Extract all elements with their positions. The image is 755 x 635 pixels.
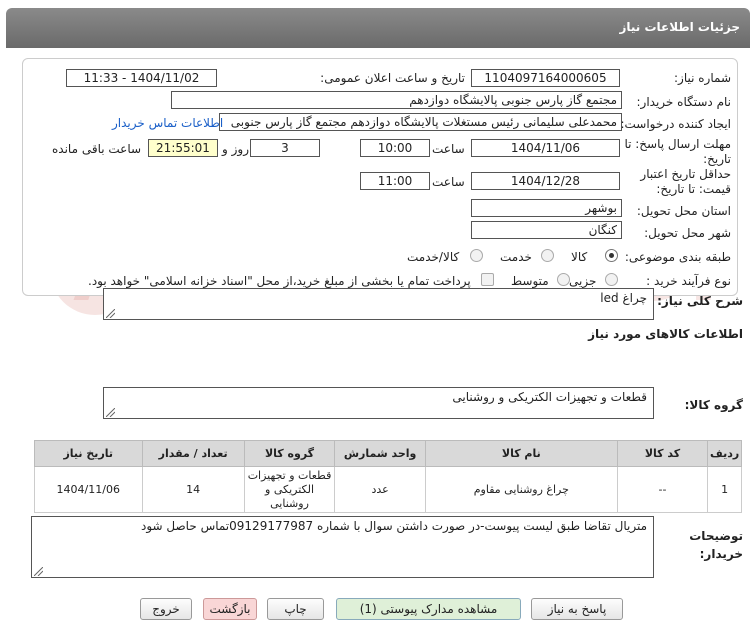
- goods-group-field: قطعات و تجهیزات الکتریکی و روشنایی: [103, 387, 654, 419]
- cell-code: --: [616, 466, 709, 513]
- col-unit-header: واحد شمارش: [334, 440, 426, 467]
- purchase-small-radio[interactable]: [605, 273, 618, 286]
- buyer-org-label: نام دستگاه خریدار:: [636, 95, 732, 109]
- days-label: روز و: [222, 142, 249, 156]
- validity-date-field: 1404/12/28: [471, 172, 620, 190]
- buyer-contact-link[interactable]: اطلاعات تماس خریدار: [112, 116, 223, 130]
- purchase-medium-radio[interactable]: [557, 273, 570, 286]
- cell-unit: عدد: [334, 466, 426, 513]
- validity-date-label: قیمت: تا تاریخ:: [656, 182, 731, 196]
- print-button[interactable]: چاپ: [267, 598, 324, 620]
- cell-name: چراغ روشنایی مقاوم: [424, 466, 618, 513]
- creator-label: ایجاد کننده درخواست:: [620, 117, 731, 131]
- deadline-label: مهلت ارسال پاسخ: تا: [624, 137, 731, 151]
- table-row: 1 -- چراغ روشنایی مقاوم عدد قطعات و تجهی…: [34, 466, 742, 513]
- resize-handle-icon[interactable]: [106, 309, 115, 318]
- col-code-header: کد کالا: [616, 440, 709, 467]
- deadline-date-field: 1404/11/06: [471, 139, 620, 157]
- cell-group: قطعات و تجهیزات الکتریکی و روشنایی: [243, 466, 336, 513]
- buyer-org-field: مجتمع گاز پارس جنوبی پالایشگاه دوازدهم: [171, 91, 622, 109]
- buyer-notes-field: متریال تقاضا طبق لیست پیوست-در صورت داشت…: [31, 516, 654, 578]
- category-service-label: خدمت: [500, 250, 532, 264]
- purchase-type-label: نوع فرآیند خرید :: [646, 274, 731, 288]
- col-qty-header: تعداد / مقدار: [141, 440, 245, 467]
- category-goods-radio[interactable]: [605, 249, 618, 262]
- col-row-header: ردیف: [707, 440, 742, 467]
- summary-value: چراغ led: [600, 291, 647, 305]
- col-date-header: تاریخ نیاز: [34, 440, 143, 467]
- purchase-medium-label: متوسط: [511, 274, 549, 288]
- summary-field: چراغ led: [103, 288, 654, 320]
- category-goods-service-label: کالا/خدمت: [407, 250, 460, 264]
- goods-group-label: گروه کالا:: [684, 398, 743, 412]
- validity-label: حداقل تاریخ اعتبار: [640, 167, 731, 181]
- col-group-header: گروه کالا: [243, 440, 336, 467]
- buyer-notes-value: متریال تقاضا طبق لیست پیوست-در صورت داشت…: [140, 519, 647, 533]
- treasury-checkbox[interactable]: [481, 273, 494, 286]
- page-header: جزئیات اطلاعات نیاز: [6, 8, 750, 48]
- buyer-notes-label: توضیحات: [689, 529, 743, 543]
- province-field: بوشهر: [471, 199, 622, 217]
- purchase-small-label: جزیی: [569, 274, 597, 288]
- cell-row: 1: [707, 466, 742, 513]
- need-number-label: شماره نیاز:: [674, 71, 731, 85]
- deadline-date-label: تاریخ:: [703, 152, 731, 166]
- cell-qty: 14: [141, 466, 245, 513]
- province-label: استان محل تحویل:: [636, 204, 731, 218]
- category-goods-label: کالا: [571, 250, 588, 264]
- deadline-time-field: 10:00: [360, 139, 430, 157]
- creator-field: محمدعلی سلیمانی رئیس مستغلات پالایشگاه د…: [219, 113, 622, 131]
- deadline-time-label: ساعت: [432, 142, 465, 156]
- back-button[interactable]: بازگشت: [203, 598, 257, 620]
- buyer-notes-label-2: خریدار:: [699, 547, 743, 561]
- city-field: کنگان: [471, 221, 622, 239]
- goods-group-value: قطعات و تجهیزات الکتریکی و روشنایی: [452, 390, 647, 404]
- col-name-header: نام کالا: [424, 440, 618, 467]
- treasury-note: پرداخت تمام یا بخشی از مبلغ خرید،از محل …: [88, 274, 471, 288]
- days-remaining-field: 3: [250, 139, 320, 157]
- category-service-radio[interactable]: [541, 249, 554, 262]
- announce-datetime-label: تاریخ و ساعت اعلان عمومی:: [320, 71, 465, 85]
- city-label: شهر محل تحویل:: [644, 226, 731, 240]
- validity-time-label: ساعت: [432, 175, 465, 189]
- view-attachments-button[interactable]: مشاهده مدارک پیوستی (1): [336, 598, 521, 620]
- validity-time-field: 11:00: [360, 172, 430, 190]
- resize-handle-icon[interactable]: [106, 408, 115, 417]
- need-number-field: 1104097164000605: [471, 69, 620, 87]
- category-label: طبقه بندی موضوعی:: [624, 250, 731, 264]
- exit-button[interactable]: خروج: [140, 598, 192, 620]
- page-title: جزئیات اطلاعات نیاز: [619, 20, 740, 34]
- remaining-time-field: 21:55:01: [148, 139, 218, 157]
- reply-button[interactable]: پاسخ به نیاز: [531, 598, 623, 620]
- table-header-row: ردیف کد کالا نام کالا واحد شمارش گروه کا…: [34, 440, 742, 467]
- resize-handle-icon[interactable]: [34, 567, 43, 576]
- cell-date: 1404/11/06: [34, 466, 143, 513]
- announce-datetime-field: 1404/11/02 - 11:33: [66, 69, 217, 87]
- summary-label: شرح کلی نیاز:: [657, 294, 743, 308]
- goods-info-title: اطلاعات کالاهای مورد نیاز: [588, 327, 743, 341]
- category-goods-service-radio[interactable]: [470, 249, 483, 262]
- remaining-time-label: ساعت باقی مانده: [52, 142, 142, 156]
- items-table: ردیف کد کالا نام کالا واحد شمارش گروه کا…: [34, 440, 742, 513]
